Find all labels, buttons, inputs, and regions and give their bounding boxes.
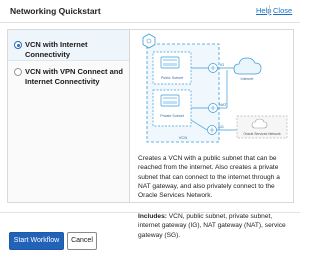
private-subnet-label: Private Subnet [160, 114, 184, 118]
radio-unselected-icon[interactable] [14, 68, 22, 76]
internet-gateway-icon [208, 63, 218, 73]
internet-cloud-icon [233, 57, 262, 75]
private-instance-screen [163, 97, 177, 99]
networking-quickstart-dialog: Networking Quickstart Help Close VCN wit… [0, 0, 300, 254]
option-label: VCN with VPN Connect and Internet Connec… [25, 67, 123, 86]
public-subnet-label: Public Subnet [161, 76, 183, 80]
cancel-button[interactable]: Cancel [67, 232, 97, 250]
option-description: Creates a VCN with a public subnet that … [138, 155, 280, 200]
option-label: VCN with Internet Connectivity [25, 40, 88, 59]
internet-label: Internet [241, 77, 255, 81]
compute-instance-icon [160, 94, 180, 107]
start-workflow-button[interactable]: Start Workflow [9, 232, 64, 250]
header-divider [269, 5, 270, 16]
oracle-services-label: Oracle Services Network [243, 132, 281, 136]
region-hex-icon [142, 33, 156, 49]
igw-label: IG [220, 62, 224, 67]
vcn-label: VCN [179, 135, 188, 140]
radio-selected-icon[interactable] [14, 41, 22, 49]
workflow-options: VCN with Internet Connectivity VCN with … [7, 29, 131, 203]
option-vcn-vpn[interactable]: VCN with VPN Connect and Internet Connec… [8, 61, 130, 99]
close-link[interactable]: Close [273, 6, 292, 15]
network-diagram: Public Subnet Private Subnet VCN IG NAT … [142, 33, 288, 143]
sgw-label: SG [218, 124, 224, 129]
private-instance-base [163, 101, 177, 104]
compute-instance-icon [160, 56, 180, 69]
public-instance-base [163, 63, 177, 66]
service-gateway-icon [207, 125, 217, 135]
option-details-panel: Public Subnet Private Subnet VCN IG NAT … [129, 29, 294, 239]
public-instance-screen [163, 59, 177, 61]
nat-gateway-icon [208, 103, 218, 113]
dialog-header: Networking Quickstart Help Close [0, 0, 300, 23]
nat-label: NAT [219, 102, 227, 107]
dialog-title: Networking Quickstart [10, 6, 101, 16]
option-vcn-internet[interactable]: VCN with Internet Connectivity [8, 30, 130, 61]
